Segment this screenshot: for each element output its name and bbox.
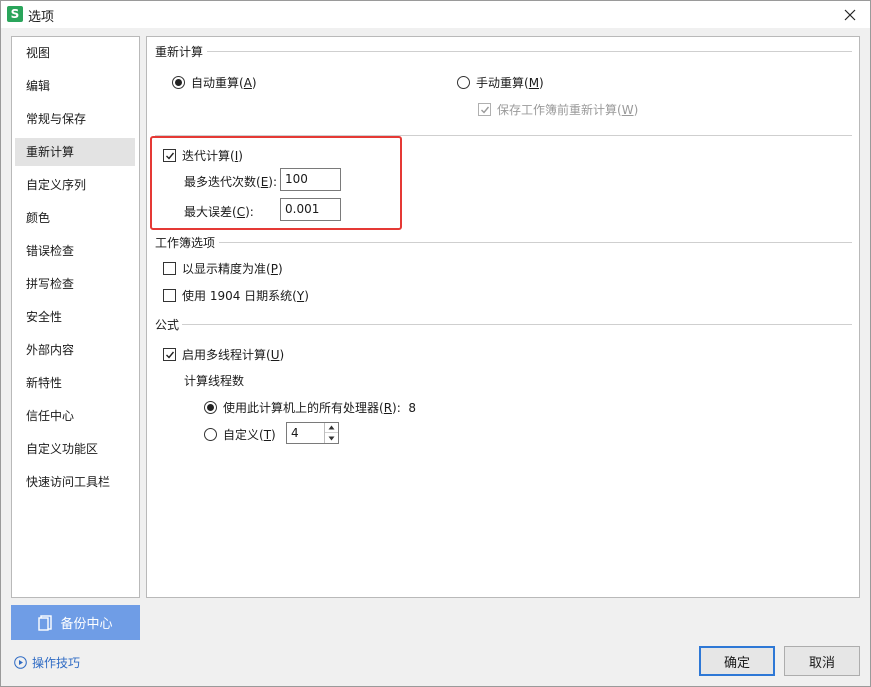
- check-icon: [165, 351, 174, 359]
- radio-selected: [172, 76, 185, 89]
- thread-count-label: 计算线程数: [184, 374, 245, 388]
- sidebar-item-trust-center[interactable]: 信任中心: [15, 402, 135, 430]
- stepper-up-button[interactable]: [325, 423, 338, 433]
- stepper-down-button[interactable]: [325, 433, 338, 443]
- sidebar-item-customize-ribbon[interactable]: 自定义功能区: [15, 435, 135, 463]
- options-dialog: S 选项 视图 编辑 常规与保存 重新计算 自定义序列 颜色 错误检查 拼写检查…: [0, 0, 871, 687]
- section-divider: [207, 51, 852, 52]
- play-circle-icon: [14, 655, 27, 669]
- section-divider: [182, 324, 852, 325]
- stepper-arrows: [324, 423, 338, 443]
- arrow-up-icon: [328, 425, 335, 430]
- max-iterations-input[interactable]: 100: [280, 168, 341, 191]
- recalc-before-save-label: 保存工作簿前重新计算(W): [497, 103, 639, 117]
- sidebar-item-security[interactable]: 安全性: [15, 303, 135, 331]
- formula-section-title: 公式: [155, 318, 180, 332]
- title-bar: S 选项: [1, 1, 870, 28]
- sidebar-item-new-features[interactable]: 新特性: [15, 369, 135, 397]
- radio-selected: [204, 401, 217, 414]
- workbook-section-title: 工作簿选项: [155, 236, 216, 250]
- recalc-settings-panel: 重新计算 自动重算(A) 手动重算(M) 保存工作簿前重新计算(W) 迭代计算(…: [146, 36, 860, 598]
- multithread-calc-label: 启用多线程计算(U): [182, 348, 285, 362]
- checkbox-unchecked: [163, 289, 176, 302]
- max-change-label: 最大误差(C):: [184, 205, 254, 219]
- wps-spreadsheet-icon: S: [7, 6, 23, 22]
- checkbox-unchecked: [163, 262, 176, 275]
- sidebar-item-edit[interactable]: 编辑: [15, 72, 135, 100]
- sidebar-item-error-check[interactable]: 错误检查: [15, 237, 135, 265]
- radio-unselected: [457, 76, 470, 89]
- iterative-calc-label: 迭代计算(I): [182, 149, 243, 163]
- date-1904-checkbox[interactable]: 使用 1904 日期系统(Y): [163, 287, 309, 304]
- max-iterations-label: 最多迭代次数(E):: [184, 175, 278, 189]
- custom-threads-stepper[interactable]: 4: [286, 422, 339, 444]
- section-divider: [155, 135, 852, 136]
- date-1904-label: 使用 1904 日期系统(Y): [182, 289, 309, 303]
- backup-center-button[interactable]: 备份中心: [11, 605, 140, 640]
- recalc-section-title: 重新计算: [155, 45, 204, 59]
- sidebar-item-view[interactable]: 视图: [15, 39, 135, 67]
- category-sidebar: 视图 编辑 常规与保存 重新计算 自定义序列 颜色 错误检查 拼写检查 安全性 …: [11, 36, 140, 598]
- all-processors-label: 使用此计算机上的所有处理器(R): 8: [223, 401, 417, 415]
- check-icon: [165, 152, 174, 160]
- cancel-button[interactable]: 取消: [784, 646, 860, 676]
- tips-label: 操作技巧: [32, 655, 81, 670]
- sidebar-item-external[interactable]: 外部内容: [15, 336, 135, 364]
- recalc-before-save-checkbox[interactable]: 保存工作簿前重新计算(W): [478, 101, 638, 118]
- iterative-calc-checkbox[interactable]: 迭代计算(I): [163, 147, 243, 164]
- section-divider: [219, 242, 852, 243]
- backup-center-label: 备份中心: [60, 617, 113, 632]
- all-processors-radio[interactable]: 使用此计算机上的所有处理器(R): 8: [204, 399, 416, 416]
- close-button[interactable]: [830, 1, 870, 28]
- radio-unselected: [204, 428, 217, 441]
- checkbox-checked: [478, 103, 491, 116]
- sidebar-item-custom-lists[interactable]: 自定义序列: [15, 171, 135, 199]
- tips-link[interactable]: 操作技巧: [14, 653, 80, 671]
- sidebar-item-quick-access[interactable]: 快速访问工具栏: [15, 468, 135, 496]
- custom-threads-value: 4: [291, 426, 299, 440]
- precision-as-displayed-label: 以显示精度为准(P): [182, 262, 283, 276]
- multithread-calc-checkbox[interactable]: 启用多线程计算(U): [163, 346, 284, 363]
- backup-icon: [38, 614, 53, 631]
- custom-threads-label: 自定义(T): [223, 428, 276, 442]
- ok-button[interactable]: 确定: [699, 646, 775, 676]
- processor-count: 8: [408, 401, 417, 415]
- auto-recalc-label: 自动重算(A): [191, 76, 257, 90]
- checkbox-checked: [163, 149, 176, 162]
- manual-recalc-label: 手动重算(M): [476, 76, 544, 90]
- arrow-down-icon: [328, 436, 335, 440]
- max-change-input[interactable]: 0.001: [280, 198, 341, 221]
- sidebar-item-recalc[interactable]: 重新计算: [15, 138, 135, 166]
- checkbox-checked: [163, 348, 176, 361]
- close-icon: [844, 9, 856, 20]
- custom-threads-radio[interactable]: 自定义(T): [204, 426, 276, 443]
- sidebar-item-general[interactable]: 常规与保存: [15, 105, 135, 133]
- check-icon: [480, 106, 489, 114]
- sidebar-item-spell-check[interactable]: 拼写检查: [15, 270, 135, 298]
- auto-recalc-radio[interactable]: 自动重算(A): [172, 74, 257, 91]
- sidebar-item-color[interactable]: 颜色: [15, 204, 135, 232]
- window-title: 选项: [28, 10, 55, 25]
- manual-recalc-radio[interactable]: 手动重算(M): [457, 74, 544, 91]
- precision-as-displayed-checkbox[interactable]: 以显示精度为准(P): [163, 260, 283, 277]
